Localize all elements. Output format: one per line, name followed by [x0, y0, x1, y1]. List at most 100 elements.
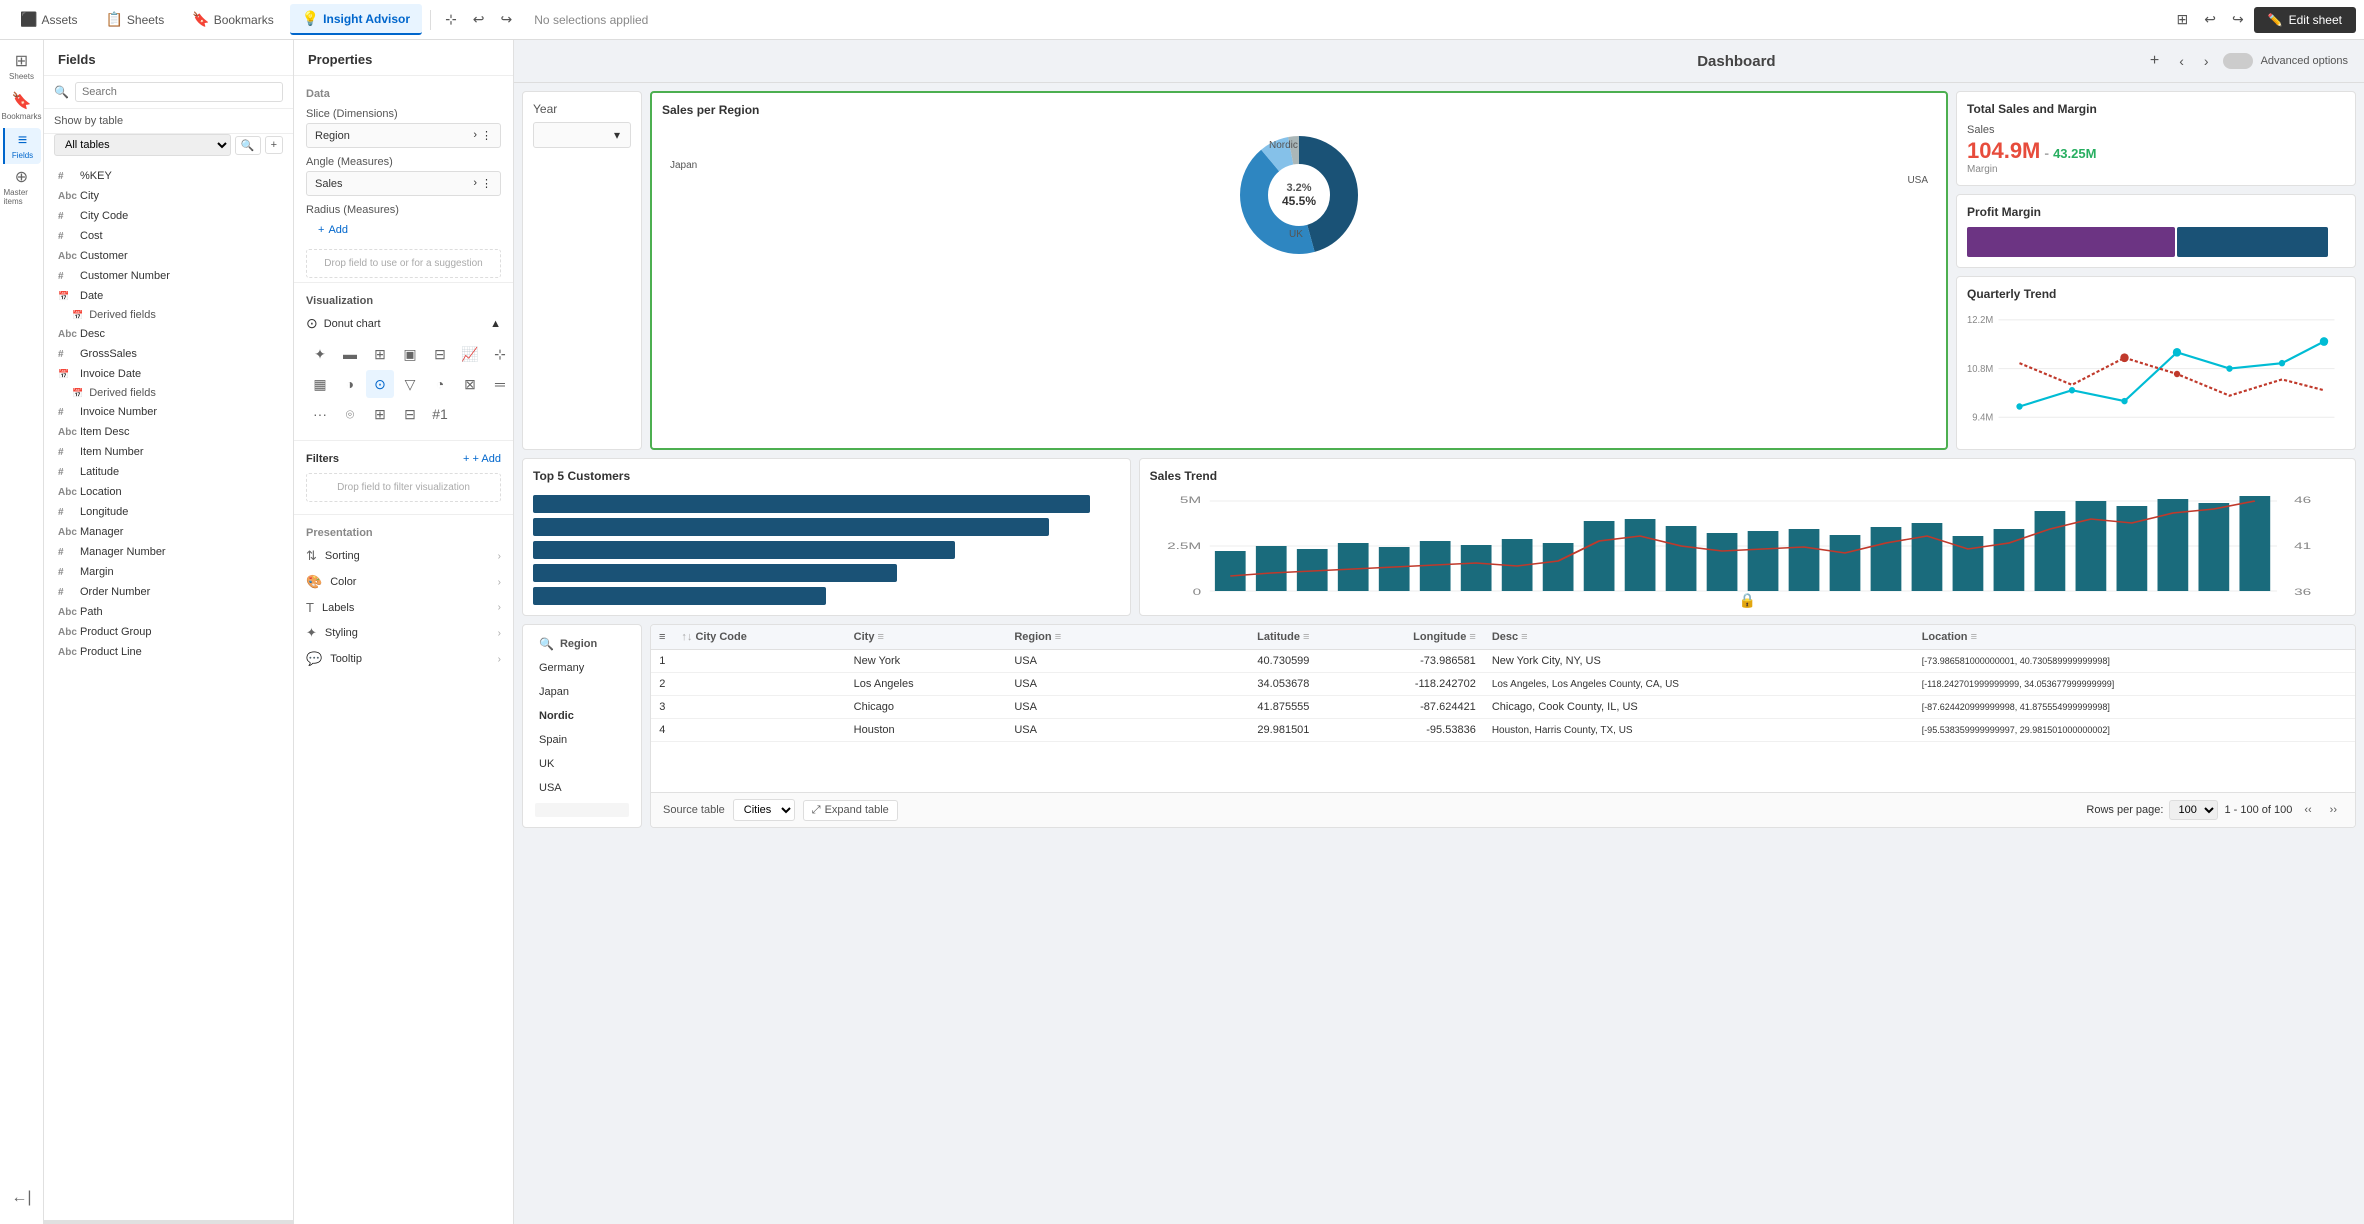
- field-item-desc[interactable]: Abc Item Desc: [44, 422, 293, 442]
- search-fields-btn[interactable]: 🔍: [235, 136, 261, 155]
- col-location[interactable]: Location ≡: [1914, 625, 2355, 650]
- sidebar-collapse-btn[interactable]: ←|: [4, 1180, 40, 1216]
- edit-sheet-button[interactable]: ✏️ Edit sheet: [2254, 7, 2356, 33]
- field-item-number[interactable]: # Item Number: [44, 442, 293, 462]
- viz-icon-treemap[interactable]: ⊟: [426, 340, 454, 368]
- viz-icon-pie[interactable]: ◑: [336, 370, 364, 398]
- prev-page-btn[interactable]: ‹‹: [2298, 800, 2317, 820]
- field-product-group[interactable]: Abc Product Group: [44, 622, 293, 642]
- viz-icon-table[interactable]: ⊞: [366, 340, 394, 368]
- viz-icon-kpi[interactable]: ▣: [396, 340, 424, 368]
- col-city[interactable]: City ≡: [846, 625, 1007, 650]
- field-margin[interactable]: # Margin: [44, 562, 293, 582]
- field-desc[interactable]: Abc Desc: [44, 324, 293, 344]
- field-latitude[interactable]: # Latitude: [44, 462, 293, 482]
- sidebar-item-master[interactable]: ⊕ Master items: [4, 168, 40, 204]
- add-field-btn[interactable]: +: [265, 136, 283, 154]
- col-region[interactable]: Region ≡: [1006, 625, 1139, 650]
- pres-labels[interactable]: T Labels ›: [294, 595, 513, 620]
- viz-icon-map[interactable]: ⌾: [336, 400, 364, 428]
- field-percent-key[interactable]: # %KEY: [44, 166, 293, 186]
- col-longitude[interactable]: Longitude ≡: [1317, 625, 1483, 650]
- undo2-btn[interactable]: ↩: [2198, 7, 2222, 32]
- filters-drop-hint[interactable]: Drop field to filter visualization: [306, 473, 501, 502]
- region-germany[interactable]: Germany: [531, 657, 633, 679]
- sidebar-item-bookmarks[interactable]: 🔖 Bookmarks: [4, 88, 40, 124]
- viz-icon-heatmap[interactable]: ⊞: [366, 400, 394, 428]
- add-chart-btn[interactable]: +: [2144, 48, 2165, 74]
- col-latitude[interactable]: Latitude ≡: [1173, 625, 1317, 650]
- viz-type-selector[interactable]: ⊙ Donut chart ▲: [294, 311, 513, 336]
- region-usa[interactable]: USA: [531, 777, 633, 799]
- viz-icon-more[interactable]: ···: [306, 400, 334, 428]
- pres-color[interactable]: 🎨 Color ›: [294, 569, 513, 595]
- viz-icon-auto[interactable]: ✦: [306, 340, 334, 368]
- sidebar-item-fields[interactable]: ≡ Fields: [3, 128, 41, 164]
- selection-tool-btn[interactable]: ⊹: [439, 7, 463, 32]
- slice-field[interactable]: Region › ⋮: [306, 123, 501, 148]
- filters-add-btn[interactable]: + + Add: [463, 453, 501, 465]
- field-longitude[interactable]: # Longitude: [44, 502, 293, 522]
- region-scrollbar[interactable]: [535, 803, 629, 817]
- redo-btn[interactable]: ↪: [495, 7, 519, 32]
- viz-icon-bullet[interactable]: ═: [486, 370, 513, 398]
- viz-icon-funnel[interactable]: ▽: [396, 370, 424, 398]
- drop-field-hint[interactable]: Drop field to use or for a suggestion: [306, 249, 501, 278]
- next-page-btn[interactable]: ››: [2324, 800, 2343, 820]
- viz-icon-gauge[interactable]: ◔: [426, 370, 454, 398]
- angle-field[interactable]: Sales › ⋮: [306, 171, 501, 196]
- region-uk[interactable]: UK: [531, 753, 633, 775]
- field-manager[interactable]: Abc Manager: [44, 522, 293, 542]
- radius-add-btn[interactable]: + Add: [306, 219, 501, 241]
- col-desc[interactable]: Desc ≡: [1484, 625, 1914, 650]
- field-cost[interactable]: # Cost: [44, 226, 293, 246]
- pres-styling[interactable]: ✦ Styling ›: [294, 620, 513, 646]
- field-path[interactable]: Abc Path: [44, 602, 293, 622]
- grid-view-btn[interactable]: ⊞: [2170, 7, 2194, 32]
- region-spain[interactable]: Spain: [531, 729, 633, 751]
- pres-tooltip[interactable]: 💬 Tooltip ›: [294, 646, 513, 672]
- table-name-select[interactable]: Cities: [733, 799, 795, 821]
- viz-icon-scatter[interactable]: ⊹: [486, 340, 513, 368]
- rows-per-page-select[interactable]: 100: [2169, 800, 2218, 820]
- table-select[interactable]: All tables: [54, 134, 231, 156]
- field-customer[interactable]: Abc Customer: [44, 246, 293, 266]
- tab-insight-advisor[interactable]: 💡 Insight Advisor: [290, 4, 422, 35]
- viz-icon-grid2[interactable]: ⊠: [456, 370, 484, 398]
- expand-table-btn[interactable]: ⤢ Expand table: [803, 800, 898, 821]
- prev-page-btn[interactable]: ‹: [2173, 49, 2190, 73]
- sidebar-item-sheets[interactable]: ⊞ Sheets: [4, 48, 40, 84]
- fields-resize-handle[interactable]: [44, 1220, 293, 1224]
- region-nordic[interactable]: Nordic: [531, 705, 633, 727]
- field-date[interactable]: 📅 Date: [44, 286, 293, 306]
- field-location[interactable]: Abc Location: [44, 482, 293, 502]
- field-date-derived[interactable]: 📅 Derived fields: [44, 306, 293, 324]
- viz-icon-line[interactable]: 📈: [456, 340, 484, 368]
- viz-icon-combo[interactable]: ▦: [306, 370, 334, 398]
- undo-btn[interactable]: ↩: [467, 7, 491, 32]
- region-japan[interactable]: Japan: [531, 681, 633, 703]
- field-gross-sales[interactable]: # GrossSales: [44, 344, 293, 364]
- next-page-btn[interactable]: ›: [2198, 49, 2215, 73]
- field-invoice-date[interactable]: 📅 Invoice Date: [44, 364, 293, 384]
- field-invoice-date-derived[interactable]: 📅 Derived fields: [44, 384, 293, 402]
- col-city-code[interactable]: ↑↓ City Code: [673, 625, 845, 650]
- pres-sorting[interactable]: ⇅ Sorting ›: [294, 543, 513, 569]
- viz-icon-bar[interactable]: ▬: [336, 340, 364, 368]
- field-city-code[interactable]: # City Code: [44, 206, 293, 226]
- table-scroll[interactable]: ≡ ↑↓ City Code City ≡: [651, 625, 2355, 792]
- field-invoice-number[interactable]: # Invoice Number: [44, 402, 293, 422]
- field-city[interactable]: Abc City: [44, 186, 293, 206]
- advanced-toggle[interactable]: [2223, 53, 2253, 69]
- search-input[interactable]: [75, 82, 283, 102]
- tab-bookmarks[interactable]: 🔖 Bookmarks: [180, 5, 285, 34]
- field-manager-number[interactable]: # Manager Number: [44, 542, 293, 562]
- field-order-number[interactable]: # Order Number: [44, 582, 293, 602]
- viz-icon-text[interactable]: #1: [426, 400, 454, 428]
- field-product-line[interactable]: Abc Product Line: [44, 642, 293, 662]
- redo2-btn[interactable]: ↪: [2226, 7, 2250, 32]
- viz-icon-waterfall[interactable]: ⊟: [396, 400, 424, 428]
- year-dropdown[interactable]: ▾: [533, 122, 631, 148]
- tab-sheets[interactable]: 📋 Sheets: [93, 5, 176, 34]
- field-customer-number[interactable]: # Customer Number: [44, 266, 293, 286]
